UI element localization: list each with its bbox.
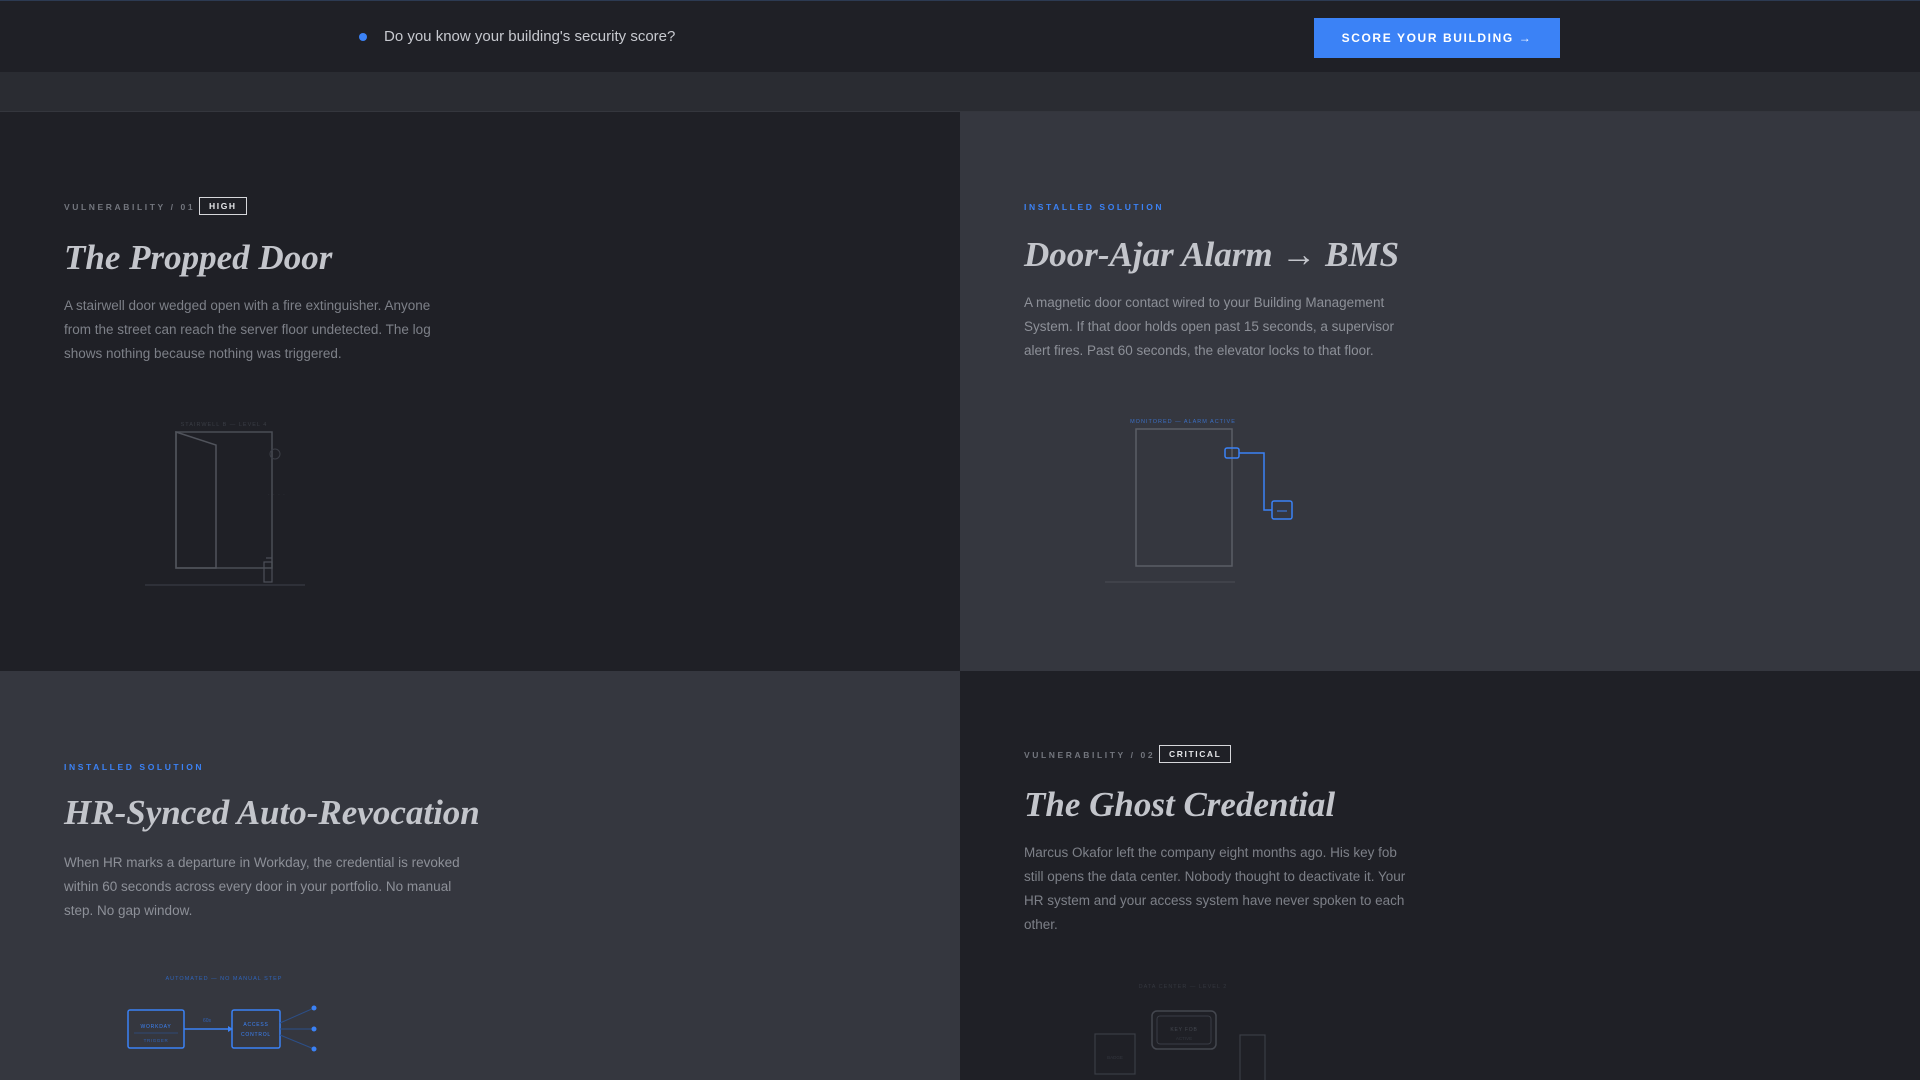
card-description: A magnetic door contact wired to your Bu…: [1024, 295, 1394, 358]
vulnerability-card-ghost-credential: VULNERABILITY / 02 CRITICAL The Ghost Cr…: [960, 671, 1920, 1080]
door-frame: [175, 431, 273, 569]
revocation-flow-illustration: AUTOMATED — NO MANUAL STEP WORKDAY TRIGG…: [127, 976, 317, 1052]
access-control-node: [231, 1009, 281, 1049]
ghost-credential-illustration: DATA CENTER — LEVEL 2 BADGE KEY FOB ACTI…: [1094, 984, 1266, 1080]
door-frame: [1135, 428, 1233, 567]
illustration-caption: AUTOMATED — NO MANUAL STEP: [166, 976, 283, 982]
score-building-button[interactable]: SCORE YOUR BUILDING →: [1314, 18, 1560, 58]
alarm-wire: [1239, 452, 1272, 511]
card-description: Marcus Okafor left the company eight mon…: [1024, 845, 1406, 932]
open-door-leaf: [175, 430, 217, 569]
access-control-label-1: ACCESS: [243, 1022, 268, 1028]
door-node-icon: [311, 1046, 317, 1052]
vulnerability-card-propped-door: VULNERABILITY / 01 HIGH The Propped Door…: [0, 112, 960, 671]
solution-card-hr-auto-revocation: INSTALLED SOLUTION HR-Synced Auto-Revoca…: [0, 671, 960, 1080]
section-divider-band: [0, 72, 1920, 112]
banner-question: Do you know your building's security sco…: [384, 28, 676, 45]
vulnerability-eyebrow: VULNERABILITY / 02: [1024, 750, 1156, 760]
key-fob-sublabel: ACTIVE: [1176, 1036, 1192, 1041]
workday-label: WORKDAY: [140, 1024, 171, 1030]
workday-sublabel: TRIGGER: [144, 1038, 169, 1043]
illustration-caption: MONITORED — ALARM ACTIVE: [1130, 419, 1236, 425]
propped-door-illustration: STAIRWELL B — LEVEL 4 · · · ·: [145, 422, 305, 586]
severity-badge: HIGH: [199, 197, 247, 215]
severity-badge: CRITICAL: [1159, 745, 1232, 763]
status-dot-icon: [359, 33, 367, 41]
fire-extinguisher-icon: [263, 561, 273, 583]
door-node-icon: [311, 1026, 317, 1032]
top-banner: Do you know your building's security sco…: [0, 0, 1920, 72]
illustration-caption: STAIRWELL B — LEVEL 4: [181, 422, 268, 428]
badge-box-label: BADGE: [1107, 1055, 1123, 1060]
card-description: A stairwell door wedged open with a fire…: [64, 298, 431, 361]
access-control-label-2: CONTROL: [241, 1032, 271, 1038]
card-title: The Ghost Credential: [1024, 785, 1336, 824]
solution-eyebrow: INSTALLED SOLUTION: [1024, 202, 1165, 212]
key-fob-label: KEY FOB: [1170, 1027, 1197, 1033]
card-title: Door-Ajar Alarm → BMS: [1024, 235, 1400, 274]
card-description: When HR marks a departure in Workday, th…: [64, 855, 460, 918]
bms-panel-icon: [1271, 500, 1293, 520]
badge-box: [1094, 1033, 1136, 1075]
illustration-caption: DATA CENTER — LEVEL 2: [1139, 984, 1228, 990]
vulnerability-eyebrow: VULNERABILITY / 01: [64, 202, 196, 212]
card-title: HR-Synced Auto-Revocation: [64, 793, 480, 832]
data-center-door: [1239, 1034, 1266, 1080]
svg-text:· · · ·: · · · ·: [268, 492, 286, 498]
solution-eyebrow: INSTALLED SOLUTION: [64, 762, 205, 772]
flow-arrow-label: 60s: [203, 1018, 212, 1024]
door-alarm-illustration: MONITORED — ALARM ACTIVE: [1105, 419, 1293, 583]
solution-card-door-ajar-alarm: INSTALLED SOLUTION Door-Ajar Alarm → BMS…: [960, 112, 1920, 671]
door-node-icon: [311, 1005, 317, 1011]
card-title: The Propped Door: [64, 238, 333, 277]
